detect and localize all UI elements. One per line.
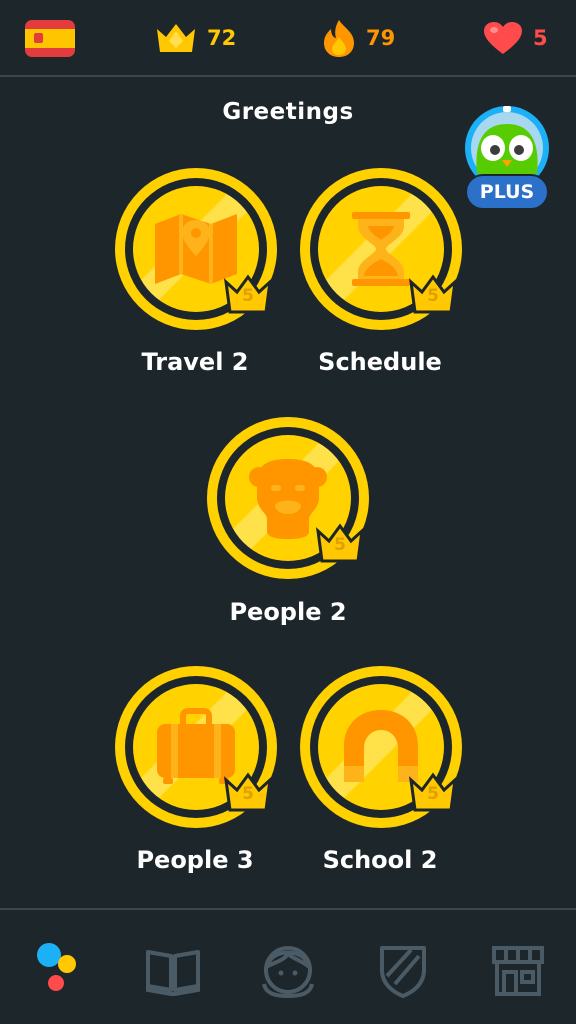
skill-level: 5 (334, 535, 346, 555)
skill-travel-2[interactable]: 5 (111, 164, 281, 334)
book-icon (146, 950, 200, 996)
skill-level: 5 (427, 286, 439, 306)
plus-badge-label: PLUS (479, 181, 535, 203)
nav-shop[interactable] (488, 940, 548, 1000)
crowns-stat[interactable]: 72 (155, 16, 236, 60)
nav-profile[interactable] (258, 940, 318, 1000)
crowns-count: 72 (207, 26, 237, 50)
streak-count: 79 (366, 26, 396, 50)
skill-people-3[interactable]: 5 (111, 662, 281, 832)
nav-stories[interactable] (143, 940, 203, 1000)
top-bar: 72 79 5 (0, 0, 576, 77)
skill-level-crown: 5 (223, 272, 273, 316)
plus-button[interactable]: PLUS (462, 104, 552, 212)
skill-label[interactable]: People 2 (188, 598, 388, 626)
skill-people-2[interactable]: 5 (203, 413, 373, 583)
crown-icon (157, 24, 195, 52)
skill-label[interactable]: Travel 2 (95, 348, 295, 376)
skill-label[interactable]: People 3 (95, 846, 295, 874)
nav-leagues[interactable] (373, 940, 433, 1000)
nav-learn[interactable] (28, 940, 88, 1000)
skill-level: 5 (242, 784, 254, 804)
flame-icon (324, 20, 354, 57)
learn-icon (37, 943, 76, 991)
skill-level: 5 (427, 784, 439, 804)
skill-level-crown: 5 (408, 272, 458, 316)
heart-icon (484, 22, 522, 54)
hearts-count: 5 (533, 26, 548, 50)
shop-icon (492, 946, 544, 996)
skill-level: 5 (242, 286, 254, 306)
spanish-flag-icon[interactable] (25, 20, 75, 57)
plus-badge: PLUS (465, 174, 549, 210)
skill-label[interactable]: Schedule (280, 348, 480, 376)
skill-level-crown: 5 (315, 521, 365, 565)
shield-icon (380, 946, 426, 998)
hearts-stat[interactable]: 5 (483, 16, 548, 60)
bottom-nav (0, 908, 576, 1024)
skill-schedule[interactable]: 5 (296, 164, 466, 334)
skill-label[interactable]: School 2 (280, 846, 480, 874)
skill-level-crown: 5 (223, 770, 273, 814)
streak-stat[interactable]: 79 (322, 16, 395, 60)
skill-level-crown: 5 (408, 770, 458, 814)
profile-icon (262, 946, 314, 999)
skill-school-2[interactable]: 5 (296, 662, 466, 832)
